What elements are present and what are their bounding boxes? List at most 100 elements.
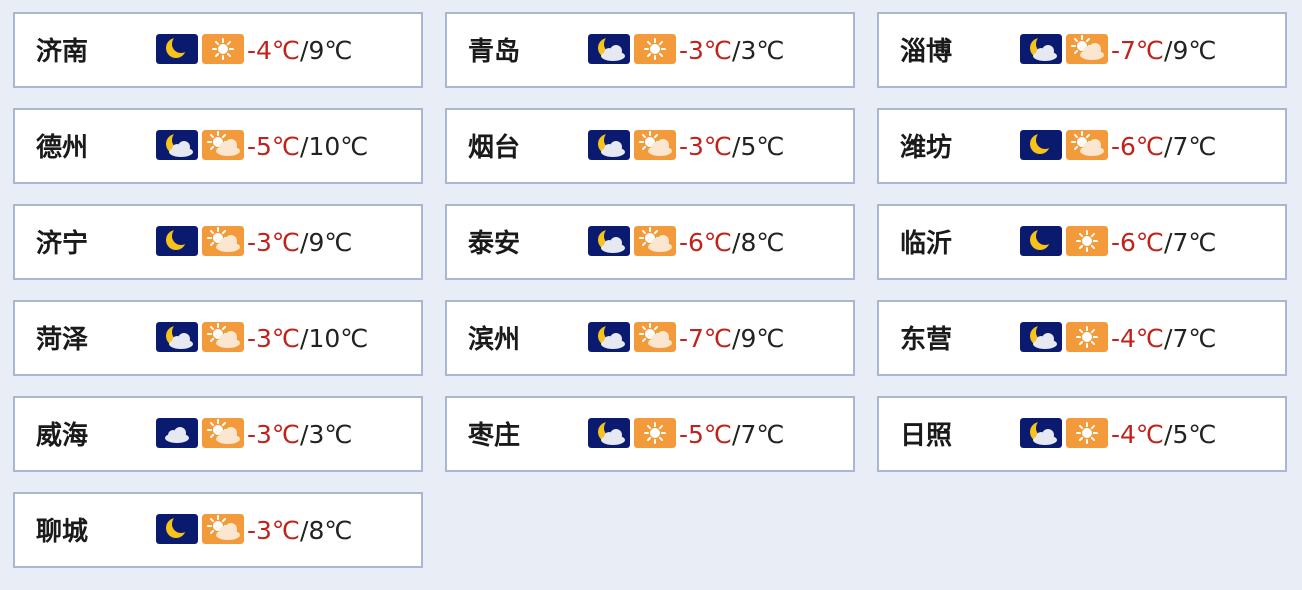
city-name: 东营 xyxy=(900,325,953,355)
city-card[interactable]: 淄博 -7℃/9℃ xyxy=(877,12,1287,88)
weather-icons xyxy=(588,322,676,352)
low-temp: -3℃ xyxy=(247,420,301,449)
weather-icons xyxy=(156,514,244,544)
temperature-range: -4℃/7℃ xyxy=(1111,323,1216,355)
moon-cloud-icon xyxy=(588,226,630,256)
high-temp: 10℃ xyxy=(308,324,369,353)
moon-icon xyxy=(156,34,198,64)
city-card[interactable]: 青岛 -3℃/3℃ xyxy=(445,12,855,88)
moon-cloud-icon xyxy=(588,34,630,64)
moon-cloud-icon xyxy=(588,130,630,160)
high-temp: 7℃ xyxy=(1172,228,1217,257)
city-card[interactable]: 菏泽 -3℃/10℃ xyxy=(13,300,423,376)
temperature-range: -6℃/7℃ xyxy=(1111,227,1216,259)
high-temp: 10℃ xyxy=(308,132,369,161)
city-card[interactable]: 日照 -4℃/5℃ xyxy=(877,396,1287,472)
sun-icon xyxy=(202,34,244,64)
city-name: 烟台 xyxy=(468,133,521,163)
moon-cloud-icon xyxy=(1020,418,1062,448)
low-temp: -3℃ xyxy=(247,516,301,545)
weather-grid: 济南 -4℃/9℃ 青岛 -3℃/3℃ 淄博 -7℃/9℃ 德州 -5℃/10℃… xyxy=(0,0,1302,590)
temperature-range: -6℃/7℃ xyxy=(1111,131,1216,163)
moon-icon xyxy=(156,514,198,544)
weather-icons xyxy=(156,322,244,352)
high-temp: 7℃ xyxy=(740,420,785,449)
city-name: 青岛 xyxy=(468,37,521,67)
city-name: 威海 xyxy=(36,421,89,451)
city-name: 潍坊 xyxy=(900,133,953,163)
city-card[interactable]: 聊城 -3℃/8℃ xyxy=(13,492,423,568)
sun-cloud-icon xyxy=(1066,34,1108,64)
city-name: 泰安 xyxy=(468,229,521,259)
sun-icon xyxy=(1066,226,1108,256)
sun-icon xyxy=(634,34,676,64)
moon-cloud-icon xyxy=(588,418,630,448)
moon-cloud-icon xyxy=(1020,322,1062,352)
moon-cloud-icon xyxy=(156,322,198,352)
cloud-night-icon xyxy=(156,418,198,448)
city-card[interactable]: 烟台 -3℃/5℃ xyxy=(445,108,855,184)
weather-icons xyxy=(1020,130,1108,160)
sun-cloud-icon xyxy=(1066,130,1108,160)
city-card[interactable]: 滨州 -7℃/9℃ xyxy=(445,300,855,376)
weather-icons xyxy=(1020,418,1108,448)
sun-cloud-icon xyxy=(634,322,676,352)
high-temp: 5℃ xyxy=(740,132,785,161)
low-temp: -4℃ xyxy=(247,36,301,65)
weather-icons xyxy=(588,418,676,448)
city-name: 菏泽 xyxy=(36,325,89,355)
high-temp: 9℃ xyxy=(308,228,353,257)
sun-icon xyxy=(1066,418,1108,448)
weather-icons xyxy=(588,34,676,64)
sun-cloud-icon xyxy=(634,226,676,256)
temperature-range: -6℃/8℃ xyxy=(679,227,784,259)
city-card[interactable]: 泰安 -6℃/8℃ xyxy=(445,204,855,280)
city-card[interactable]: 东营 -4℃/7℃ xyxy=(877,300,1287,376)
city-card[interactable]: 枣庄 -5℃/7℃ xyxy=(445,396,855,472)
sun-cloud-icon xyxy=(202,130,244,160)
sun-cloud-icon xyxy=(202,322,244,352)
city-card[interactable]: 潍坊 -6℃/7℃ xyxy=(877,108,1287,184)
temperature-range: -4℃/9℃ xyxy=(247,35,352,67)
weather-icons xyxy=(1020,226,1108,256)
low-temp: -6℃ xyxy=(1111,132,1165,161)
city-card[interactable]: 临沂 -6℃/7℃ xyxy=(877,204,1287,280)
city-card[interactable]: 德州 -5℃/10℃ xyxy=(13,108,423,184)
weather-icons xyxy=(156,130,244,160)
city-name: 德州 xyxy=(36,133,89,163)
temperature-range: -5℃/10℃ xyxy=(247,131,368,163)
high-temp: 9℃ xyxy=(740,324,785,353)
low-temp: -5℃ xyxy=(247,132,301,161)
temperature-range: -3℃/5℃ xyxy=(679,131,784,163)
sun-cloud-icon xyxy=(634,130,676,160)
moon-icon xyxy=(1020,226,1062,256)
weather-icons xyxy=(156,34,244,64)
sun-cloud-icon xyxy=(202,514,244,544)
high-temp: 3℃ xyxy=(308,420,353,449)
high-temp: 9℃ xyxy=(308,36,353,65)
weather-icons xyxy=(156,226,244,256)
city-name: 济宁 xyxy=(36,229,89,259)
high-temp: 8℃ xyxy=(740,228,785,257)
city-card[interactable]: 济宁 -3℃/9℃ xyxy=(13,204,423,280)
temperature-range: -3℃/8℃ xyxy=(247,515,352,547)
city-card[interactable]: 威海 -3℃/3℃ xyxy=(13,396,423,472)
sun-cloud-icon xyxy=(202,418,244,448)
city-card[interactable]: 济南 -4℃/9℃ xyxy=(13,12,423,88)
temperature-range: -3℃/9℃ xyxy=(247,227,352,259)
city-name: 滨州 xyxy=(468,325,521,355)
city-name: 临沂 xyxy=(900,229,953,259)
low-temp: -4℃ xyxy=(1111,420,1165,449)
sun-cloud-icon xyxy=(202,226,244,256)
high-temp: 3℃ xyxy=(740,36,785,65)
weather-icons xyxy=(1020,322,1108,352)
moon-cloud-icon xyxy=(156,130,198,160)
moon-cloud-icon xyxy=(1020,34,1062,64)
low-temp: -6℃ xyxy=(1111,228,1165,257)
sun-icon xyxy=(634,418,676,448)
high-temp: 7℃ xyxy=(1172,132,1217,161)
weather-icons xyxy=(156,418,244,448)
city-name: 聊城 xyxy=(36,517,89,547)
temperature-range: -3℃/10℃ xyxy=(247,323,368,355)
low-temp: -3℃ xyxy=(247,324,301,353)
